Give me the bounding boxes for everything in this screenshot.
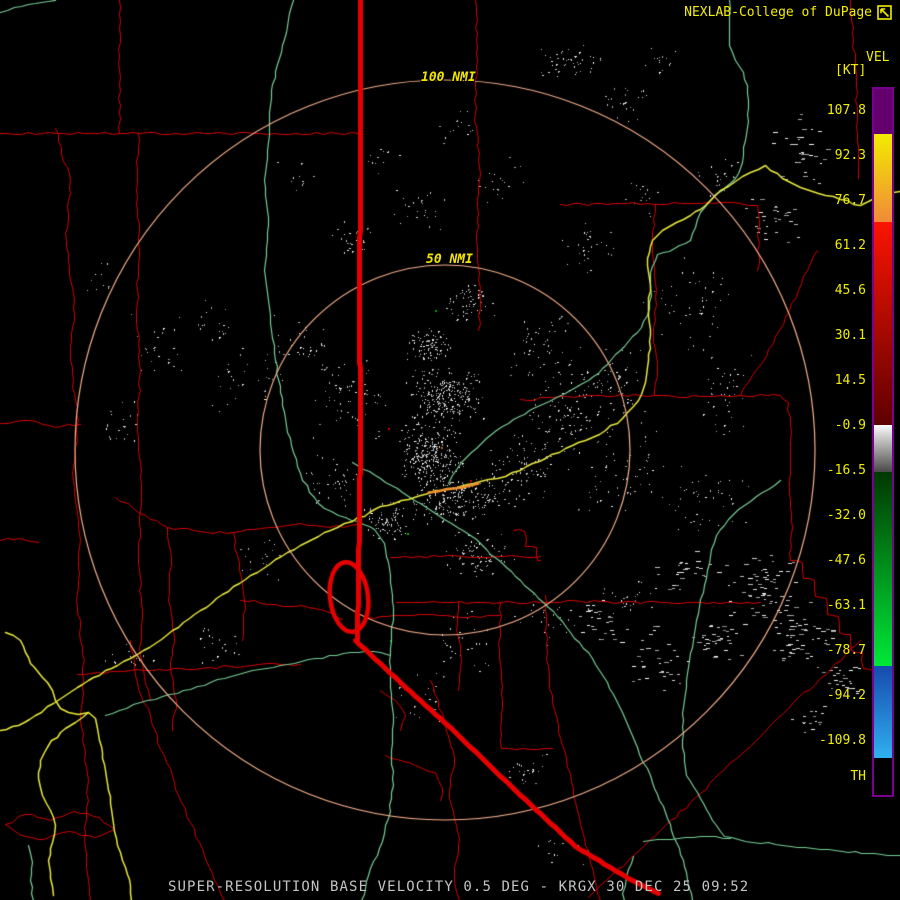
radar-map-canvas [0, 0, 900, 900]
velocity-colorbar [872, 87, 894, 797]
colorbar-segment [874, 222, 892, 425]
colorbar-threshold-label: TH [850, 769, 866, 784]
watermark-text: NEXLAB-College of DuPage [684, 5, 872, 20]
colorbar-tick-label: -109.8 [819, 733, 866, 748]
colorbar-tick-label: -16.5 [826, 463, 866, 478]
colorbar-tick-label: 107.8 [826, 103, 866, 118]
colorbar-segment [874, 666, 892, 758]
colorbar-tick-label: 76.7 [834, 193, 866, 208]
cod-logo-icon [877, 5, 892, 20]
colorbar-tick-label: 92.3 [834, 148, 866, 163]
colorbar-tick-label: 30.1 [834, 328, 866, 343]
colorbar-segment [874, 472, 892, 666]
colorbar-tick-label: -0.9 [834, 418, 866, 433]
colorbar-tick-label: -32.0 [826, 508, 866, 523]
colorbar-tick-label: 45.6 [834, 283, 866, 298]
colorbar-tick-label: -63.1 [826, 598, 866, 613]
colorbar-segment [874, 758, 892, 795]
range-ring-label-100nmi: 100 NMI [421, 70, 476, 85]
colorbar-segment [874, 89, 892, 134]
colorbar-tick-label: 61.2 [834, 238, 866, 253]
colorbar-segment [874, 134, 892, 222]
radar-viewer: NEXLAB-College of DuPage 100 NMI 50 NMI … [0, 0, 900, 900]
product-caption: SUPER-RESOLUTION BASE VELOCITY 0.5 DEG -… [168, 879, 750, 895]
colorbar-tick-label: -94.2 [826, 688, 866, 703]
range-ring-label-50nmi: 50 NMI [426, 252, 473, 267]
colorbar-segment [874, 425, 892, 472]
colorbar-tick-label: 14.5 [834, 373, 866, 388]
colorbar-tick-label: -47.6 [826, 553, 866, 568]
colorbar-tick-label: -78.7 [826, 643, 866, 658]
colorbar-title: VEL [866, 50, 890, 65]
watermark: NEXLAB-College of DuPage [684, 5, 892, 20]
colorbar-units: [KT] [835, 63, 867, 78]
